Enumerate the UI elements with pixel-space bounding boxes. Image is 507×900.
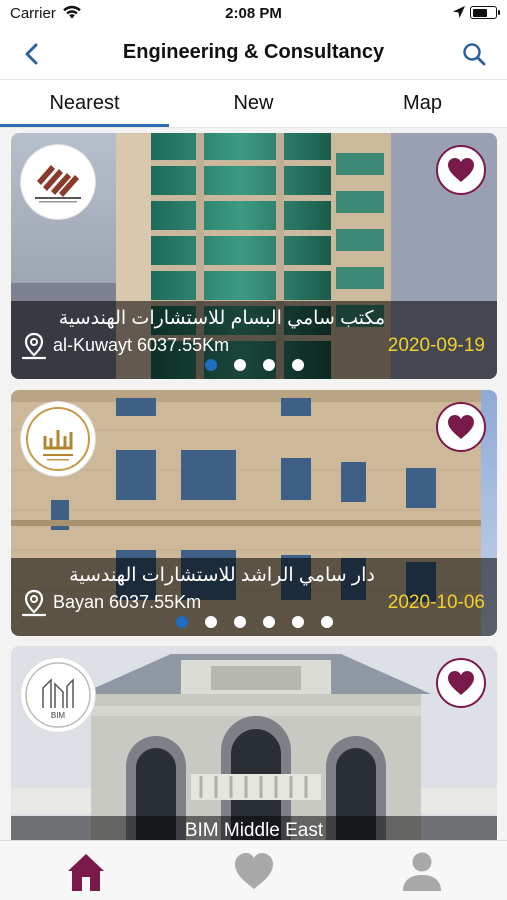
listing-card[interactable]: مكتب سامي البسام للاستشارات الهندسية al-… [11,133,497,379]
carousel-dot[interactable] [262,616,275,628]
listing-caption: BIM Middle East [11,816,497,840]
carousel-dot[interactable] [204,616,217,628]
favorite-button[interactable] [436,145,486,195]
carousel-dot[interactable] [233,616,246,628]
carousel-dot[interactable] [291,359,304,371]
page-title: Engineering & Consultancy [122,41,385,63]
company-logo: BIM [21,658,95,732]
carousel-dot[interactable] [175,616,188,628]
bottom-tab-bar [0,840,507,900]
carousel-dots[interactable] [11,359,497,371]
clock: 2:08 PM [225,5,282,22]
logo-bim-text: BIM [51,711,66,720]
location-pin-icon [21,589,47,617]
listing-caption: مكتب سامي البسام للاستشارات الهندسية al-… [11,301,497,379]
carousel-dots[interactable] [11,616,497,628]
listing-date: 2020-10-06 [387,592,485,613]
chevron-left-icon[interactable] [18,40,46,68]
segment-tabs: Nearest New Map [0,80,507,127]
listing-caption: دار سامي الراشد للاستشارات الهندسية Baya… [11,558,497,636]
navigation-bar: Engineering & Consultancy [0,28,507,80]
carousel-dot[interactable] [320,616,333,628]
listing-distance: Bayan 6037.55Km [53,592,202,612]
profile-icon[interactable] [400,849,444,893]
listing-name: مكتب سامي البسام للاستشارات الهندسية [58,308,386,329]
listing-name: BIM Middle East [184,820,324,840]
carousel-dot[interactable] [204,359,217,371]
listing-name: دار سامي الراشد للاستشارات الهندسية [69,565,375,586]
battery-icon [470,6,500,19]
carousel-dot[interactable] [291,616,304,628]
status-bar: Carrier 2:08 PM [0,0,507,28]
tab-new[interactable]: New [169,80,338,127]
company-logo [21,402,95,476]
home-icon[interactable] [64,849,108,893]
carousel-dot[interactable] [233,359,246,371]
tab-map[interactable]: Map [338,80,507,127]
listing-card[interactable]: BIM BIM Middle East [11,646,497,840]
favorite-button[interactable] [436,402,486,452]
location-arrow-icon [453,6,465,18]
favorite-button[interactable] [436,658,486,708]
heart-icon [448,415,474,439]
carousel-dot[interactable] [262,359,275,371]
company-logo [21,145,95,219]
listing-card[interactable]: دار سامي الراشد للاستشارات الهندسية Baya… [11,390,497,636]
heart-icon [448,671,474,695]
listing-distance: al-Kuwayt 6037.55Km [53,335,230,355]
listing-feed[interactable]: مكتب سامي البسام للاستشارات الهندسية al-… [0,128,507,840]
heart-icon[interactable] [232,849,276,893]
tab-nearest[interactable]: Nearest [0,80,169,127]
listing-date: 2020-09-19 [387,335,485,356]
heart-icon [448,158,474,182]
location-pin-icon [21,332,47,360]
search-icon[interactable] [460,40,488,68]
